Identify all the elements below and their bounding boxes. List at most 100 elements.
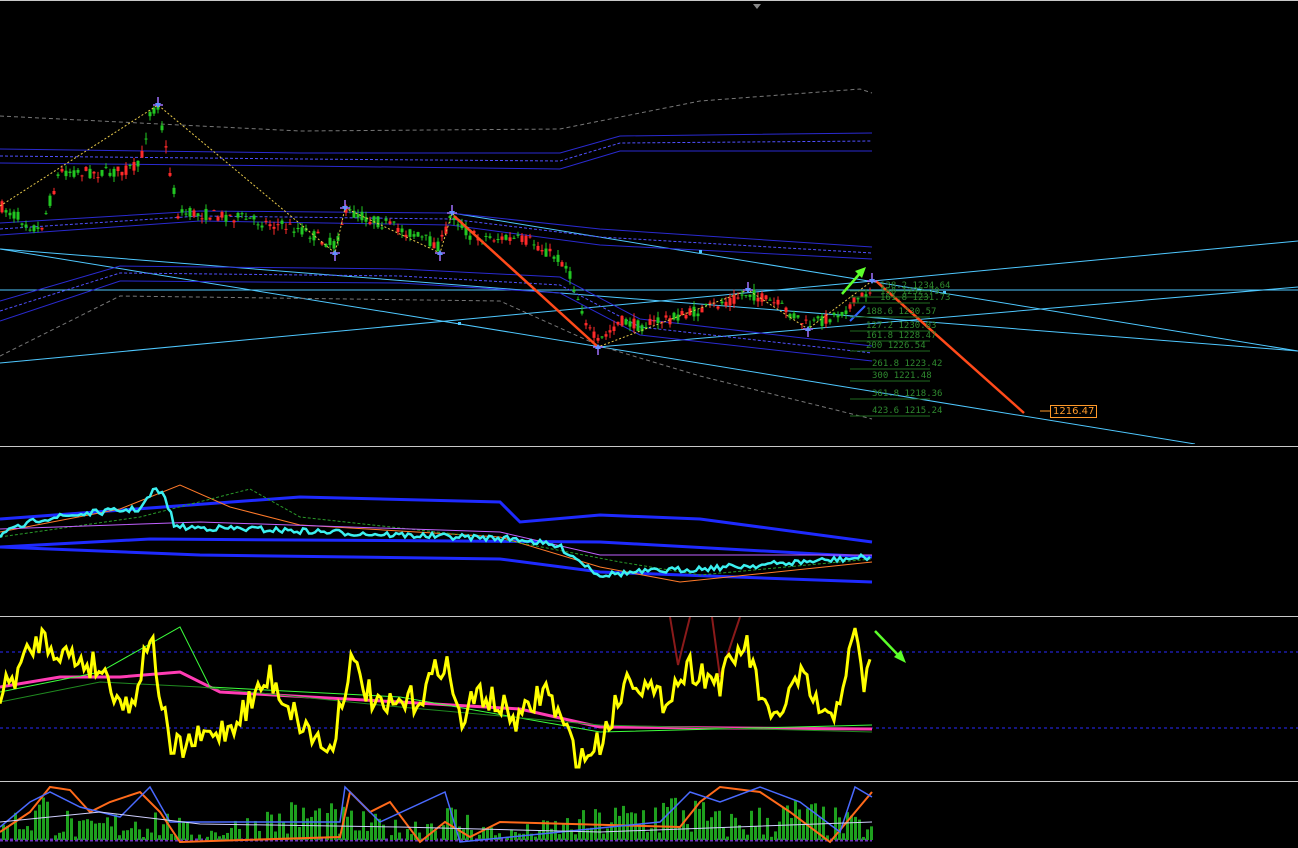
candle-body [0,201,4,213]
chart-shift-icon[interactable] [753,4,761,9]
histogram-bar [370,822,373,840]
candle-body [748,294,752,297]
anchor-marker[interactable] [458,322,461,325]
candle-body [720,301,724,304]
histogram-bar [82,820,85,840]
fractal-down-icon [743,282,753,293]
fib-price: 1221.48 [893,371,932,381]
histogram-bar [714,811,717,840]
histogram-bar [410,834,413,840]
fib-label: 161.8 1228.47 [866,331,936,341]
histogram-bar [14,812,17,840]
histogram-bar [726,836,729,840]
histogram-bar [366,830,369,840]
histogram-bar [114,814,117,840]
price-chart[interactable] [0,1,1298,444]
down-arrow-icon [874,630,901,658]
histogram-bar [434,830,437,840]
histogram-bar [538,830,541,840]
histogram-bar [774,831,777,840]
histogram-bar [782,807,785,840]
candle-body [188,208,192,217]
candle-body [676,314,680,321]
fib-ratio: 161.8 [866,331,899,341]
histogram-bar [766,817,769,840]
band-lower [0,545,873,584]
candle-body [164,146,168,148]
candle-body [56,174,60,176]
histogram-bar [290,802,293,840]
histogram-bar [718,810,721,840]
fib-label: 127.2 1230.03 [866,321,936,331]
trendline-2[interactable] [0,240,1298,364]
candle-body [684,315,688,319]
candle-body [4,210,8,213]
candle-body [300,227,304,235]
histogram-bar [278,813,281,840]
indicator-pane-1[interactable] [0,446,1298,613]
candle-body [368,221,372,225]
indicator-pane-2[interactable] [0,616,1298,779]
candle-body [172,187,176,194]
indicator-2-chart[interactable] [0,617,1298,779]
candle-body [556,254,560,262]
candle-body [792,313,796,319]
histogram-bar [138,829,141,840]
candle-body [80,175,84,177]
candle-body [120,171,124,176]
histogram-bar [350,810,353,840]
histogram-bar [534,836,537,840]
histogram-bar [142,836,145,840]
histogram-bar [442,825,445,840]
histogram-bar [18,829,21,840]
candle-body [312,231,316,241]
histogram-bar [182,821,185,840]
candle-body [232,220,236,223]
candle-body [328,237,332,246]
histogram-bar [158,835,161,840]
candle-body [588,327,592,329]
histogram-bar [602,833,605,840]
candle-body [512,237,516,239]
histogram-bar [746,834,749,840]
histogram-bar [218,836,221,840]
candle-body [100,169,104,176]
candle-body [40,227,44,230]
candle-body [668,318,672,325]
histogram-bar [230,827,233,840]
main-price-pane[interactable]: 138.2 1234.64 150 1232.79 161.8 1231.73 188… [0,0,1298,444]
candle-body [308,237,312,239]
fib-price: 1223.42 [904,359,943,369]
fib-ratio: 188.6 [866,307,899,317]
candle-body [528,236,532,238]
envelope-band [0,210,873,248]
candle-body [276,224,280,226]
candle-body [44,213,48,215]
band-upper [0,495,873,544]
candle-body [732,295,736,304]
indicator-1-chart[interactable] [0,447,1298,613]
histogram-bar [722,827,725,840]
indicator-3-chart[interactable] [0,782,1298,848]
candle-body [252,215,256,220]
candle-body [816,316,820,319]
candle-body [520,235,524,242]
histogram-bar [362,811,365,840]
candle-body [536,245,540,251]
histogram-bar [606,828,609,840]
histogram-bar [558,834,561,840]
anchor-marker[interactable] [699,250,702,253]
candle-body [840,311,844,316]
candle-body [200,218,204,220]
candle-body [208,217,212,220]
ind2-yellow [0,625,872,769]
histogram-bar [686,824,689,840]
histogram-bar [658,832,661,840]
fib-ratio: 423.6 [872,406,905,416]
histogram-bar [510,829,513,840]
indicator-pane-3[interactable] [0,781,1298,848]
candle-body [788,313,792,318]
fib-ratio: 261.8 [872,359,905,369]
histogram-bar [794,800,797,840]
candle-body [192,210,196,217]
